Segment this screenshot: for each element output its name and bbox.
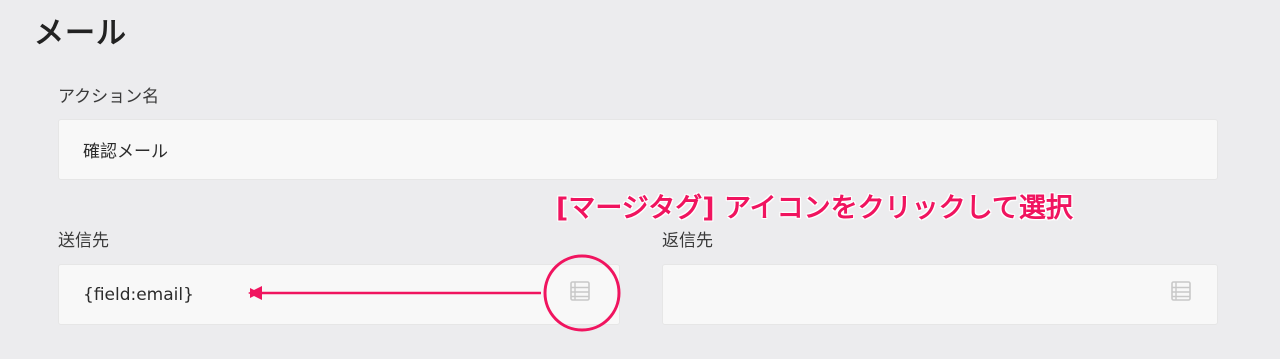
action-name-input[interactable]: 確認メール <box>58 119 1218 180</box>
annotation-callout: [マージタグ] アイコンをクリックして選択 <box>556 193 1073 224</box>
list-icon <box>570 281 590 301</box>
reply-to-input[interactable] <box>662 264 1218 325</box>
send-to-label: 送信先 <box>58 231 109 251</box>
send-to-input[interactable]: {field:email} <box>58 264 620 325</box>
reply-to-label: 返信先 <box>662 231 713 251</box>
action-name-value: 確認メール <box>83 142 168 162</box>
merge-tag-button-reply-to[interactable] <box>1167 277 1195 305</box>
mail-action-settings: メール アクション名 確認メール 送信先 {field:email} 返信先 [… <box>0 0 1280 359</box>
list-icon <box>1171 281 1191 301</box>
action-name-label: アクション名 <box>58 87 160 107</box>
section-title: メール <box>34 16 127 51</box>
merge-tag-button-send-to[interactable] <box>566 277 594 305</box>
send-to-value: {field:email} <box>83 284 194 305</box>
